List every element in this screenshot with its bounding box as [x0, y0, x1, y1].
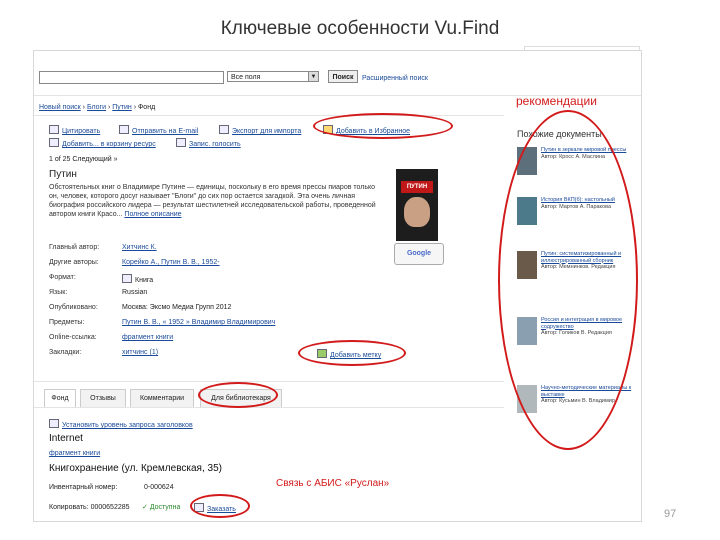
printer-icon: [176, 138, 186, 147]
request-icon: [49, 419, 59, 428]
book-icon: [122, 274, 132, 283]
search-input[interactable]: [39, 71, 224, 84]
cover-portrait: [404, 197, 430, 227]
field-language: Russian: [122, 289, 148, 296]
field-main-author[interactable]: Хитчинс К.: [122, 244, 157, 251]
pager[interactable]: 1 of 25 Следующий »: [49, 155, 117, 164]
export-icon: [219, 125, 229, 134]
advanced-search-link[interactable]: Расширенный поиск: [362, 74, 428, 83]
inventory-value: 0-000624: [144, 484, 174, 491]
export-button[interactable]: Экспорт для импорта: [219, 125, 301, 135]
cover-title: ПУТИН: [401, 181, 433, 193]
cart-icon: [49, 138, 59, 147]
page-number: 97: [664, 508, 677, 520]
field-other-authors[interactable]: Корейко А., Путин В. В., 1952-: [122, 259, 220, 266]
add-to-cart-button[interactable]: Добавить... в корзину ресурс: [49, 138, 156, 148]
highlight-oval-recommendations: [498, 110, 638, 450]
tab-reviews[interactable]: Отзывы: [80, 389, 126, 408]
field-label: Главный автор:: [49, 244, 100, 251]
field-published: Москва: Эксмо Медиа Групп 2012: [122, 304, 232, 311]
breadcrumb-item: Фонд: [137, 104, 156, 111]
print-record-button[interactable]: Запис. голосить: [176, 138, 241, 148]
chevron-down-icon[interactable]: ▼: [308, 71, 319, 82]
highlight-oval-favorites: [313, 113, 453, 139]
copy-number: Копировать: 0000652285: [49, 504, 130, 511]
field-subjects[interactable]: Путин В. В., « 1952 » Владимир Владимиро…: [122, 319, 275, 326]
field-label: Закладки:: [49, 349, 82, 356]
breadcrumb-item[interactable]: Блоги: [87, 104, 106, 111]
pager-text: 1 of 25 Следующий »: [49, 156, 118, 163]
holdings-location: Книгохранение (ул. Кремлевская, 35): [49, 463, 222, 474]
record-description: Обстоятельных книг о Владимире Путине — …: [49, 184, 376, 218]
google-preview-button[interactable]: Google: [394, 243, 444, 265]
field-bookmarks[interactable]: хитчинс (1): [122, 349, 158, 356]
breadcrumb-item[interactable]: Новый поиск: [39, 104, 81, 111]
field-format: Книга: [122, 274, 153, 284]
divider: [34, 381, 504, 382]
field-label: Online-ссылка:: [49, 334, 97, 341]
email-icon: [119, 125, 129, 134]
field-label: Другие авторы:: [49, 259, 99, 266]
divider: [34, 407, 504, 408]
tab-comments[interactable]: Комментарии: [130, 389, 194, 408]
search-button[interactable]: Поиск: [328, 70, 358, 83]
cite-button[interactable]: Цитировать: [49, 125, 100, 135]
holdings-internet: Internet: [49, 433, 83, 444]
inventory-label: Инвентарный номер:: [49, 484, 118, 491]
abis-annotation: Связь с АБИС «Руслан»: [276, 478, 390, 489]
field-label: Язык:: [49, 289, 68, 296]
holdings-fragment-link[interactable]: фрагмент книги: [49, 449, 100, 458]
full-description-link[interactable]: Полное описание: [124, 211, 181, 218]
field-label: Формат:: [49, 274, 76, 281]
search-scope-select[interactable]: Все поля: [227, 71, 317, 82]
divider: [34, 115, 504, 116]
breadcrumb-item[interactable]: Путин: [112, 104, 132, 111]
highlight-oval-add-tag: [298, 340, 406, 366]
request-hold-link[interactable]: Установить уровень запроса заголовков: [49, 419, 193, 429]
availability-status: ✓ Доступна: [142, 504, 181, 511]
record-title: Путин: [49, 169, 77, 180]
tab-holdings[interactable]: Фонд: [44, 389, 76, 408]
recommendations-annotation: рекомендации: [516, 94, 597, 108]
highlight-oval-order: [190, 494, 250, 518]
slide-title: Ключевые особенности Vu.Find: [220, 18, 500, 39]
field-label: Опубликовано:: [49, 304, 98, 311]
email-button[interactable]: Отправить на E-mail: [119, 125, 198, 135]
breadcrumb: Новый поиск › Блоги › Путин › Фонд: [39, 104, 156, 111]
field-online-link[interactable]: фрагмент книги: [122, 334, 173, 341]
cite-icon: [49, 125, 59, 134]
field-label: Предметы:: [49, 319, 85, 326]
highlight-oval-staff-view: [198, 382, 278, 408]
